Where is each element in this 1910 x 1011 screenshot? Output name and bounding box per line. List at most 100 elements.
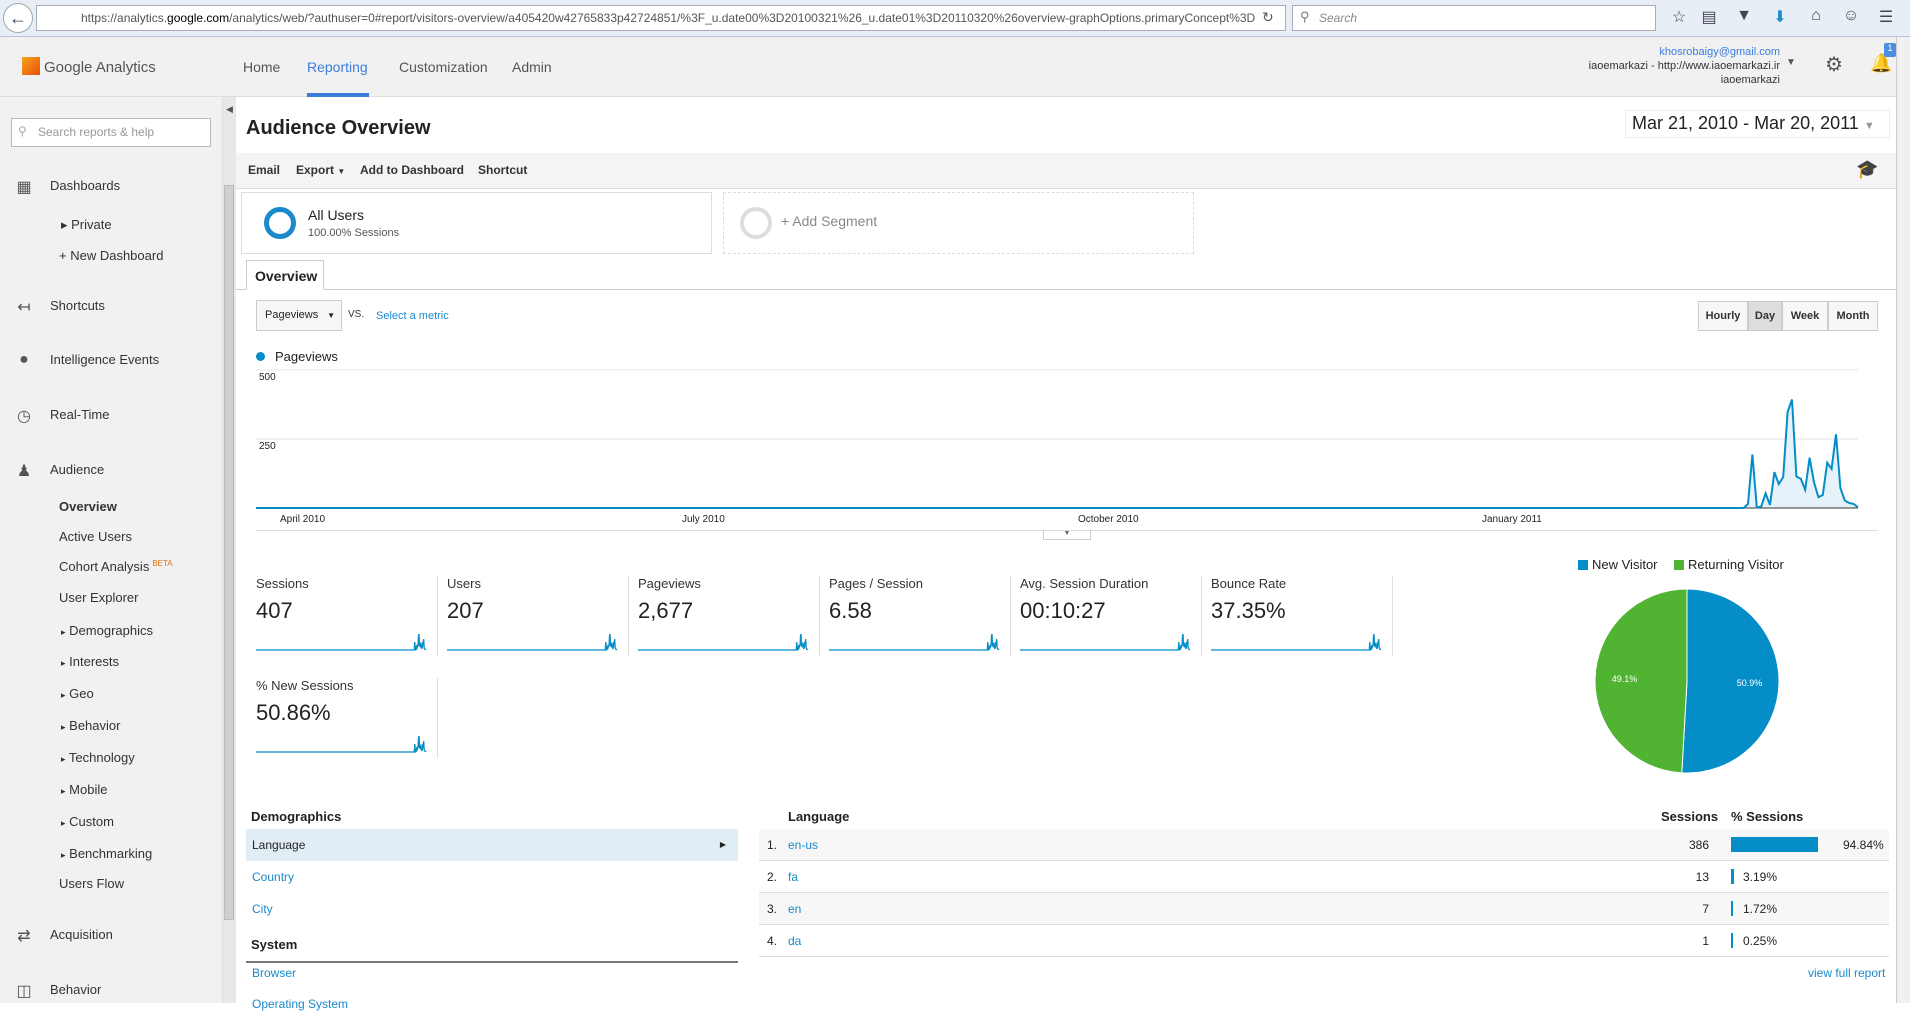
sidebar-item-demographics[interactable]: ▸ Demographics [61,623,153,638]
sidebar-item-geo[interactable]: ▸ Geo [61,686,94,701]
metric-card-pages-session[interactable]: Pages / Session 6.58 [820,576,1011,656]
address-bar[interactable]: https://analytics.google.com/analytics/w… [36,5,1286,31]
metric-label: Sessions [256,576,309,591]
language-link[interactable]: en [788,893,801,925]
metric-card-sessions[interactable]: Sessions 407 [247,576,438,656]
sidebar-item-cohort-analysis[interactable]: Cohort Analysis BETA [59,559,173,574]
demographics-item-language[interactable]: Language ▶ [246,829,738,861]
pie-slice-returning-visitor[interactable] [1594,588,1688,774]
account-selector[interactable]: khosrobaigy@gmail.com iaoemarkazi - http… [1589,45,1780,87]
reading-list-icon[interactable]: ▤ [1698,7,1720,29]
home-icon[interactable]: ⌂ [1805,7,1827,29]
granularity-hourly[interactable]: Hourly [1698,301,1748,331]
chart-expand-handle[interactable]: ▼ [1043,530,1091,540]
chevron-down-icon: ▼ [327,311,335,320]
language-link[interactable]: fa [788,861,798,893]
sidebar-item-intelligence-events[interactable]: Intelligence Events [50,352,159,367]
sidebar-item-custom[interactable]: ▸ Custom [61,814,114,829]
tab-overview[interactable]: Overview [246,260,324,290]
back-button[interactable]: ← [3,3,33,33]
metric-card-avg-session-duration[interactable]: Avg. Session Duration 00:10:27 [1011,576,1202,656]
view-full-report-link[interactable]: view full report [1808,966,1885,980]
nav-admin[interactable]: Admin [512,59,552,75]
menu-icon[interactable]: ☰ [1875,7,1897,29]
nav-home[interactable]: Home [243,59,280,75]
language-link[interactable]: da [788,925,801,957]
sidebar-item-private[interactable]: ▸ Private [61,217,112,233]
date-range-picker[interactable]: Mar 21, 2010 - Mar 20, 2011 ▼ [1625,110,1890,138]
sidebar-item-label: Cohort Analysis [59,559,150,574]
expand-arrow-icon: ▸ [61,722,66,732]
granularity-week[interactable]: Week [1782,301,1828,331]
row-sessions: 13 [1695,870,1709,884]
metric-card-bounce-rate[interactable]: Bounce Rate 37.35% [1202,576,1393,656]
granularity-month[interactable]: Month [1828,301,1878,331]
segment-all-users[interactable]: All Users 100.00% Sessions [241,192,712,254]
account-dropdown-icon[interactable]: ▼ [1786,57,1796,68]
sidebar-item-behavior[interactable]: ▸ Behavior [61,718,120,733]
sparkline-line [256,735,427,753]
sidebar-search-placeholder: Search reports & help [38,125,155,139]
sidebar-search-input[interactable]: Search reports & help [11,118,211,147]
system-item-operating-system[interactable]: Operating System [252,997,348,1011]
ga-logo[interactable]: Google Analytics [22,57,156,76]
language-link[interactable]: en-us [788,829,818,861]
sidebar-item-users-flow[interactable]: Users Flow [59,876,124,891]
reload-icon[interactable]: ↻ [1262,9,1274,26]
select-metric-link[interactable]: Select a metric [376,310,449,322]
demographics-item-city[interactable]: City [252,902,273,916]
sidebar-item-new-dashboard[interactable]: + New Dashboard [59,248,163,263]
sidebar-item-shortcuts[interactable]: Shortcuts [50,298,105,313]
legend-swatch-returning-visitor [1674,560,1684,570]
metric-sparkline [829,633,1000,651]
sidebar-item-mobile[interactable]: ▸ Mobile [61,782,107,797]
sidebar-item-real-time[interactable]: Real-Time [50,407,109,422]
pageviews-line-chart [256,369,1859,509]
gear-icon[interactable]: ⚙ [1825,52,1843,77]
nav-reporting[interactable]: Reporting [307,59,368,75]
sidebar-item-dashboards[interactable]: Dashboards [50,178,120,193]
sidebar-item-behavior[interactable]: Behavior [50,982,101,997]
graduation-cap-icon[interactable]: 🎓 [1856,159,1878,180]
metric-select[interactable]: Pageviews ▼ [256,300,342,331]
sidebar-item-audience[interactable]: Audience [50,462,104,477]
metric-card-pageviews[interactable]: Pageviews 2,677 [629,576,820,656]
collapse-sidebar-icon[interactable]: ◀ [226,104,233,115]
nav-customization[interactable]: Customization [399,59,488,75]
pocket-icon[interactable]: ▼ [1733,7,1755,29]
sidebar-scroll-thumb[interactable] [224,185,234,920]
sidebar-item-interests[interactable]: ▸ Interests [61,654,119,669]
granularity-day[interactable]: Day [1748,301,1782,331]
pie-slice-new-visitor[interactable] [1681,588,1780,774]
private-label: Private [71,217,112,232]
shortcuts-arrow-icon: ↤ [17,299,31,316]
add-segment-button[interactable]: + Add Segment [723,192,1194,254]
add-to-dashboard-button[interactable]: Add to Dashboard [360,163,464,177]
export-button[interactable]: Export ▼ [296,163,345,177]
chat-icon[interactable]: ☺ [1840,7,1862,29]
sidebar-item-active-users[interactable]: Active Users [59,529,132,544]
legend-swatch-new-visitor [1578,560,1588,570]
system-item-browser[interactable]: Browser [252,966,296,980]
shortcut-button[interactable]: Shortcut [478,163,527,177]
sidebar-item-benchmarking[interactable]: ▸ Benchmarking [61,846,152,861]
sidebar-item-label: Geo [69,686,94,701]
metric-value: 37.35% [1211,598,1286,623]
sidebar-item-label: Benchmarking [69,846,153,861]
language-row: 1. en-us 386 94.84% [759,829,1889,861]
email-button[interactable]: Email [248,163,280,177]
demographics-item-country[interactable]: Country [252,870,294,884]
sidebar-item-overview[interactable]: Overview [59,499,117,514]
sidebar-item-technology[interactable]: ▸ Technology [61,750,135,765]
metric-card--new-sessions[interactable]: % New Sessions 50.86% [247,678,438,758]
expand-arrow-icon: ▸ [61,850,66,860]
metric-label: Pageviews [638,576,701,591]
sidebar-item-user-explorer[interactable]: User Explorer [59,590,138,605]
download-icon[interactable]: ⬇ [1769,7,1791,29]
ga-logo-icon [22,57,40,75]
page-scrollbar[interactable] [1896,37,1910,1003]
metric-card-users[interactable]: Users 207 [438,576,629,656]
browser-search-input[interactable]: Search [1292,5,1656,31]
bookmark-star-icon[interactable]: ☆ [1668,7,1690,29]
sidebar-item-acquisition[interactable]: Acquisition [50,927,113,942]
